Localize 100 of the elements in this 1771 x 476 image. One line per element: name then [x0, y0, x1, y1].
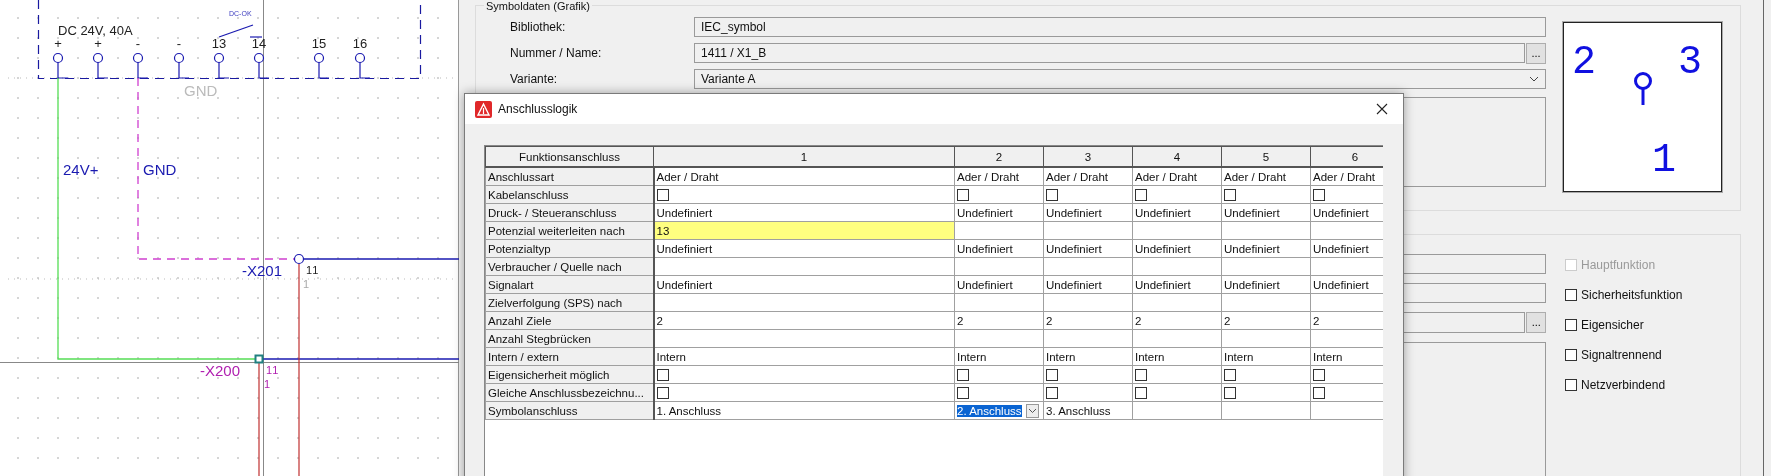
- terminal-pin-icon: [173, 52, 190, 79]
- text-field[interactable]: 1411 / X1_B: [694, 43, 1525, 63]
- checkbox[interactable]: [957, 387, 969, 399]
- table-cell: Undefiniert: [1221, 203, 1311, 222]
- table-cell: Undefiniert: [1221, 275, 1311, 294]
- table-cell: 2: [954, 311, 1044, 330]
- dropdown[interactable]: Variante A: [694, 69, 1546, 89]
- browse-button[interactable]: ...: [1526, 311, 1546, 333]
- table-cell: Ader / Draht: [1221, 167, 1311, 186]
- table-cell: Undefiniert: [1132, 203, 1222, 222]
- table-cell: Intern: [1043, 347, 1133, 366]
- terminal-icon: [293, 253, 305, 265]
- terminal-label: +: [94, 36, 102, 51]
- checkbox[interactable]: [1224, 387, 1236, 399]
- table-cell: Ader / Draht: [653, 167, 955, 186]
- terminal-pin-icon: [132, 52, 149, 79]
- table-cell: Undefiniert: [1221, 239, 1311, 258]
- table-cell: Undefiniert: [653, 239, 955, 258]
- checkbox[interactable]: [1224, 189, 1236, 201]
- pin-number: 3: [1678, 40, 1702, 85]
- table-cell: 2: [1221, 311, 1311, 330]
- column-header: 5: [1221, 146, 1311, 167]
- terminal-label: 15: [311, 36, 327, 51]
- contact-symbol: [218, 24, 263, 38]
- text-field[interactable]: IEC_symbol: [694, 17, 1546, 37]
- checkbox[interactable]: [656, 387, 669, 399]
- pin-number: 2: [1572, 40, 1596, 85]
- terminal-number: 11: [266, 364, 280, 376]
- checkbox[interactable]: [656, 369, 669, 381]
- table-cell: 2: [1043, 311, 1133, 330]
- terminal-label: 13: [211, 36, 227, 51]
- wire-label: GND: [143, 161, 177, 178]
- pin-symbol-icon: [1634, 72, 1652, 105]
- checkbox[interactable]: [1313, 189, 1325, 201]
- terminal-icon: [254, 354, 264, 364]
- net-label: GND: [184, 82, 218, 99]
- terminal-strip-name: -X200: [200, 362, 241, 379]
- pin-number: 1: [1652, 138, 1676, 183]
- table-cell: 2: [653, 311, 955, 330]
- column-header: 1: [653, 146, 955, 167]
- field-label: Variante:: [510, 72, 559, 86]
- column-header: 2: [954, 146, 1044, 167]
- checkbox[interactable]: [1135, 387, 1147, 399]
- terminal-number: 11: [306, 264, 320, 276]
- checkbox[interactable]: [1046, 189, 1058, 201]
- dialog-title: Anschlusslogik: [498, 102, 579, 116]
- terminal-label: -: [135, 36, 141, 51]
- table-cell[interactable]: 1. Anschluss: [656, 404, 722, 417]
- table-cell: Intern: [954, 347, 1044, 366]
- terminal-label: +: [54, 36, 62, 51]
- checkbox[interactable]: [1313, 369, 1325, 381]
- terminal-pin-icon: [213, 52, 230, 79]
- field-label: Bibliothek:: [510, 20, 567, 34]
- terminal-strip-name: -X201: [242, 262, 283, 279]
- table-cell: Undefiniert: [954, 239, 1044, 258]
- table-cell: Intern: [1132, 347, 1222, 366]
- chevron-down-icon: [1027, 407, 1037, 414]
- table-cell: Undefiniert: [653, 203, 955, 222]
- checkbox[interactable]: [656, 189, 669, 201]
- column-header: 4: [1132, 146, 1222, 167]
- table-cell: Ader / Draht: [1043, 167, 1133, 186]
- checkbox[interactable]: Netzverbindend: [1565, 374, 1683, 395]
- table-cell: Undefiniert: [653, 275, 955, 294]
- table-cell: 2: [1132, 311, 1222, 330]
- checkbox[interactable]: Eigensicher: [1565, 314, 1683, 335]
- checkbox[interactable]: [1313, 387, 1325, 399]
- terminal-pin-icon: [354, 52, 371, 79]
- table-cell: Undefiniert: [954, 203, 1044, 222]
- terminal-label: 16: [352, 36, 368, 51]
- pin-number: 1: [303, 278, 311, 290]
- checkbox[interactable]: [1224, 369, 1236, 381]
- checkbox[interactable]: [1135, 189, 1147, 201]
- table-cell: Undefiniert: [1043, 275, 1133, 294]
- table-cell: Intern: [653, 347, 955, 366]
- checkbox[interactable]: [1046, 369, 1058, 381]
- terminal-pin-icon: [92, 52, 109, 79]
- wire-label: 24V+: [63, 161, 99, 178]
- table-cell: Ader / Draht: [954, 167, 1044, 186]
- device-rating: DC 24V, 40A: [58, 23, 133, 38]
- checkbox[interactable]: [1046, 387, 1058, 399]
- column-header: 6: [1310, 146, 1383, 167]
- checkbox[interactable]: [957, 189, 969, 201]
- field-label: Nummer / Name:: [510, 46, 603, 60]
- column-header: Funktionsanschluss: [485, 146, 654, 167]
- table-cell: Undefiniert: [1043, 203, 1133, 222]
- terminal-label: 14: [251, 36, 267, 51]
- group-title: Symboldaten (Grafik): [484, 0, 592, 12]
- close-icon: [1376, 103, 1388, 115]
- checkbox[interactable]: Signaltrennend: [1565, 344, 1683, 365]
- table-cell: Undefiniert: [954, 275, 1044, 294]
- checkbox[interactable]: [957, 369, 969, 381]
- checkbox[interactable]: [1135, 369, 1147, 381]
- column-header: 3: [1043, 146, 1133, 167]
- warning-triangle-icon: [475, 100, 492, 118]
- table-cell: Undefiniert: [1132, 239, 1222, 258]
- terminal-pin-icon: [313, 52, 330, 79]
- terminal-pin-icon: [52, 52, 69, 79]
- checkbox[interactable]: Sicherheitsfunktion: [1565, 284, 1683, 305]
- browse-button[interactable]: ...: [1526, 42, 1546, 64]
- table-cell: Intern: [1221, 347, 1311, 366]
